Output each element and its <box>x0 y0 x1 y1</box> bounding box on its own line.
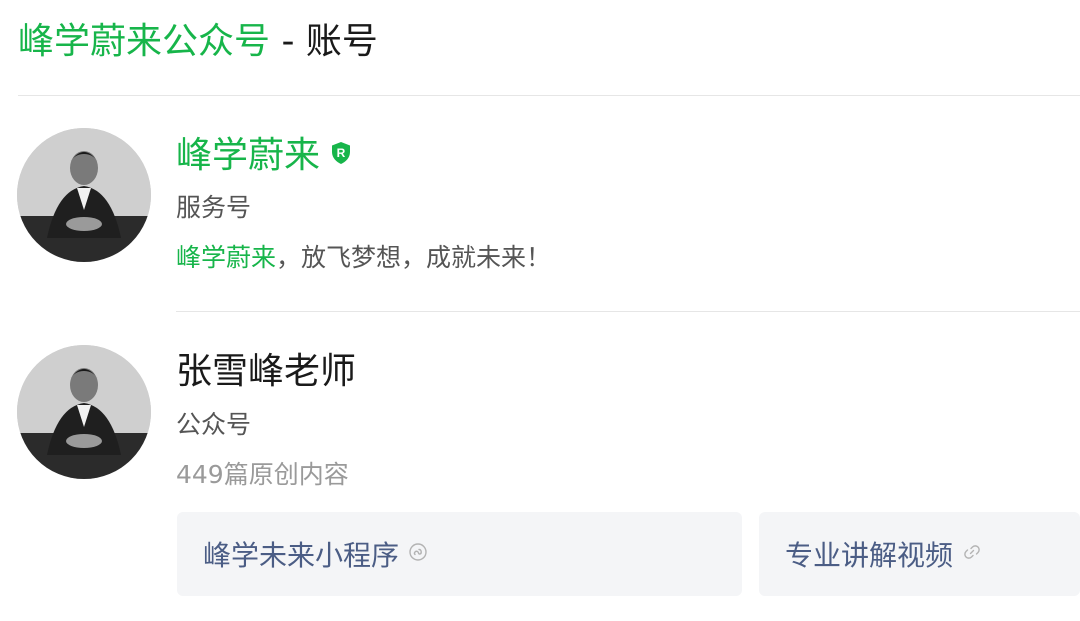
account-intro: 峰学蔚来，放飞梦想，成就未来！ <box>176 241 551 275</box>
result-divider <box>176 311 1080 312</box>
mini-program-icon <box>409 543 427 565</box>
account-name-text: 峰学蔚来 <box>176 135 321 176</box>
account-name[interactable]: 峰学蔚来 R <box>176 134 352 178</box>
link-icon <box>963 543 981 565</box>
header-divider <box>18 95 1080 96</box>
verified-shield-icon: R <box>330 132 352 176</box>
link-card-label: 专业讲解视频 <box>785 539 954 572</box>
page-title-highlight: 峰学蔚来公众号 <box>18 21 271 62</box>
account-type: 公众号 <box>176 410 252 439</box>
account-name[interactable]: 张雪峰老师 <box>176 350 356 394</box>
svg-text:R: R <box>337 146 346 160</box>
account-search-page: 峰学蔚来公众号 - 账号 峰学蔚来 R 服务号 峰学蔚来，放飞梦想，成就未来！ <box>0 0 1080 621</box>
avatar[interactable] <box>17 345 151 479</box>
link-card-label: 峰学未来小程序 <box>203 539 400 572</box>
page-title: 峰学蔚来公众号 - 账号 <box>18 18 378 66</box>
avatar[interactable] <box>17 128 151 262</box>
article-count: 449篇原创内容 <box>176 460 349 489</box>
mini-program-link-card[interactable]: 峰学未来小程序 <box>177 512 742 596</box>
account-intro-text: ，放飞梦想，成就未来！ <box>276 243 552 272</box>
account-intro-highlight: 峰学蔚来 <box>176 243 277 272</box>
account-type: 服务号 <box>176 193 252 222</box>
video-link-card[interactable]: 专业讲解视频 <box>759 512 1080 596</box>
page-title-suffix: - 账号 <box>270 21 378 62</box>
